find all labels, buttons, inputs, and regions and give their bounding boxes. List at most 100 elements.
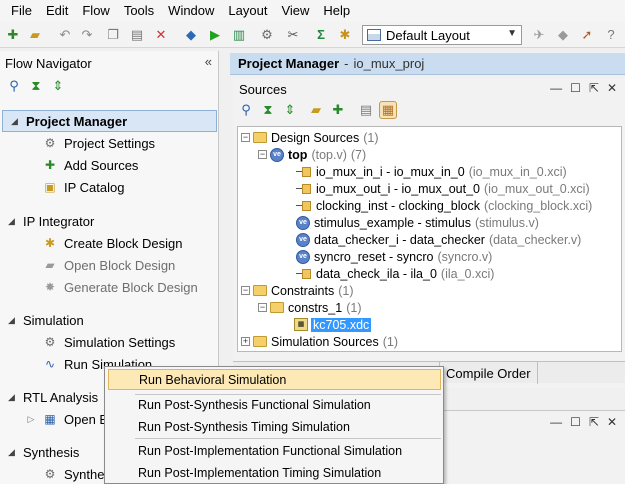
page-title: Project Manager — [238, 56, 340, 71]
generate-block-design-icon: ✸ — [44, 280, 56, 294]
menu-flow[interactable]: Flow — [75, 0, 116, 22]
menu-run-behavioral-simulation[interactable]: Run Behavioral Simulation — [108, 369, 441, 390]
tree-label: io_mux_out_i - io_mux_out_0 — [316, 181, 480, 196]
close-icon[interactable]: ✕ — [607, 415, 617, 429]
run-icon[interactable]: ▶ — [206, 26, 224, 44]
menu-file[interactable]: File — [4, 0, 39, 22]
tree-label: io_mux_in_i - io_mux_in_0 — [316, 164, 465, 179]
menu-view[interactable]: View — [274, 0, 316, 22]
minimize-icon[interactable]: — — [550, 81, 562, 95]
tree-file: (data_checker.v) — [488, 232, 582, 247]
tree-file: (io_mux_out_0.xci) — [484, 181, 590, 196]
search-icon[interactable]: ⚲ — [5, 77, 23, 95]
pointer-tool-icon[interactable]: ➚ — [578, 26, 596, 44]
collapse-all-icon[interactable]: ⧗ — [27, 77, 45, 95]
tree-top[interactable]: − ve top (top.v) (7) — [258, 146, 366, 163]
expanded-triangle-icon: ◢ — [8, 314, 15, 325]
tree-constraints[interactable]: − Constraints (1) — [241, 282, 354, 299]
menu-edit[interactable]: Edit — [39, 0, 75, 22]
tree-item[interactable]: ve stimulus_example - stimulus (stimulus… — [296, 214, 539, 231]
sources-title: Sources — [239, 81, 287, 97]
tree-constrs-1[interactable]: − constrs_1 (1) — [258, 299, 361, 316]
tree-item[interactable]: ve syncro_reset - syncro (syncro.v) — [296, 248, 492, 265]
route-tool-icon[interactable]: ◆ — [554, 26, 572, 44]
redo-icon[interactable]: ↷ — [78, 26, 96, 44]
menu-help[interactable]: Help — [316, 0, 357, 22]
tools-icon[interactable]: ✂ — [284, 26, 302, 44]
verilog-module-icon: ve — [296, 249, 310, 264]
block-design-icon: ✱ — [44, 236, 56, 250]
collapse-toggle-icon[interactable]: − — [241, 286, 250, 295]
nav-label: Synthe — [64, 466, 105, 482]
tree-label: syncro_reset - syncro — [314, 249, 434, 264]
open-file-icon[interactable]: ▰ — [307, 101, 325, 119]
help-tool-icon[interactable]: ? — [602, 26, 620, 44]
minimize-icon[interactable]: — — [550, 415, 562, 429]
paste-icon[interactable]: ▤ — [128, 26, 146, 44]
menu-run-post-synthesis-functional[interactable]: Run Post-Synthesis Functional Simulation — [108, 394, 441, 415]
nav-project-settings[interactable]: ⚙ Project Settings — [0, 132, 219, 154]
run-synthesis-icon[interactable]: ◆ — [182, 26, 200, 44]
settings-gear-icon[interactable]: ⚙ — [258, 26, 276, 44]
properties-icon[interactable]: ▤ — [357, 101, 375, 119]
collapse-toggle-icon[interactable]: − — [258, 303, 267, 312]
section-title-project-manager[interactable]: ◢ Project Manager — [2, 110, 217, 132]
expand-toggle-icon[interactable]: + — [241, 337, 250, 346]
section-title-ip-integrator[interactable]: ◢ IP Integrator — [0, 210, 219, 232]
restore-icon[interactable]: ☐ — [570, 81, 581, 95]
float-icon[interactable]: ⇱ — [589, 415, 599, 429]
verilog-module-icon: ve — [296, 232, 310, 247]
restore-icon[interactable]: ☐ — [570, 415, 581, 429]
tab-compile-order[interactable]: Compile Order — [439, 362, 538, 384]
ip-core-icon — [296, 183, 312, 195]
nav-create-block-design[interactable]: ✱ Create Block Design — [0, 232, 219, 254]
nav-ip-catalog[interactable]: ▣ IP Catalog — [0, 176, 219, 198]
add-sources-icon: ✚ — [44, 158, 56, 172]
menu-run-post-implementation-functional[interactable]: Run Post-Implementation Functional Simul… — [108, 440, 441, 461]
menu-window[interactable]: Window — [161, 0, 221, 22]
menu-tools[interactable]: Tools — [117, 0, 161, 22]
tree-design-sources[interactable]: − Design Sources (1) — [241, 129, 379, 146]
verilog-module-icon: ve — [296, 215, 310, 230]
sigma-report-icon[interactable]: Σ — [312, 26, 330, 44]
float-icon[interactable]: ⇱ — [589, 81, 599, 95]
layout-dropdown[interactable]: Default Layout ▼ — [362, 25, 522, 45]
tree-item[interactable]: io_mux_in_i - io_mux_in_0 (io_mux_in_0.x… — [296, 163, 567, 180]
nav-generate-block-design[interactable]: ✸ Generate Block Design — [0, 276, 219, 298]
menu-run-post-implementation-timing[interactable]: Run Post-Implementation Timing Simulatio… — [108, 462, 441, 483]
collapse-toggle-icon[interactable]: − — [258, 150, 267, 159]
nav-open-block-design[interactable]: ▰ Open Block Design — [0, 254, 219, 276]
expand-all-icon[interactable]: ⇕ — [281, 101, 299, 119]
expand-all-icon[interactable]: ⇕ — [49, 77, 67, 95]
nav-simulation-settings[interactable]: ⚙ Simulation Settings — [0, 331, 219, 353]
section-label: RTL Analysis — [23, 389, 99, 405]
delete-icon[interactable]: ✕ — [152, 26, 170, 44]
maximize-tool-icon[interactable]: ✈ — [530, 26, 548, 44]
run-simulation-context-menu: Run Behavioral Simulation Run Post-Synth… — [104, 366, 444, 484]
close-icon[interactable]: ✕ — [607, 81, 617, 95]
section-title-simulation[interactable]: ◢ Simulation — [0, 309, 219, 331]
undo-icon[interactable]: ↶ — [56, 26, 74, 44]
tree-xdc-file[interactable]: ▦ kc705.xdc — [294, 316, 372, 333]
collapse-icon[interactable]: « — [205, 54, 212, 69]
bitstream-icon[interactable]: ▥ — [230, 26, 248, 44]
open-project-icon[interactable]: ▰ — [26, 26, 44, 44]
collapse-toggle-icon[interactable]: − — [241, 133, 250, 142]
section-label: IP Integrator — [23, 213, 95, 229]
tree-item[interactable]: clocking_inst - clocking_block (clocking… — [296, 197, 592, 214]
ip-settings-icon[interactable]: ✱ — [336, 26, 354, 44]
new-project-icon[interactable]: ✚ — [4, 26, 22, 44]
menu-layout[interactable]: Layout — [221, 0, 274, 22]
sources-header: Sources — ☐ ⇱ ✕ — [233, 78, 625, 100]
tree-item[interactable]: ve data_checker_i - data_checker (data_c… — [296, 231, 581, 248]
hierarchy-icon[interactable]: ▦ — [379, 101, 397, 119]
nav-add-sources[interactable]: ✚ Add Sources — [0, 154, 219, 176]
tree-simulation-sources[interactable]: + Simulation Sources (1) — [241, 333, 398, 350]
add-sources-icon[interactable]: ✚ — [329, 101, 347, 119]
tree-item[interactable]: data_check_ila - ila_0 (ila_0.xci) — [296, 265, 494, 282]
collapse-all-icon[interactable]: ⧗ — [259, 101, 277, 119]
tree-item[interactable]: io_mux_out_i - io_mux_out_0 (io_mux_out_… — [296, 180, 590, 197]
menu-run-post-synthesis-timing[interactable]: Run Post-Synthesis Timing Simulation — [108, 416, 441, 437]
copy-icon[interactable]: ❐ — [104, 26, 122, 44]
search-icon[interactable]: ⚲ — [237, 101, 255, 119]
